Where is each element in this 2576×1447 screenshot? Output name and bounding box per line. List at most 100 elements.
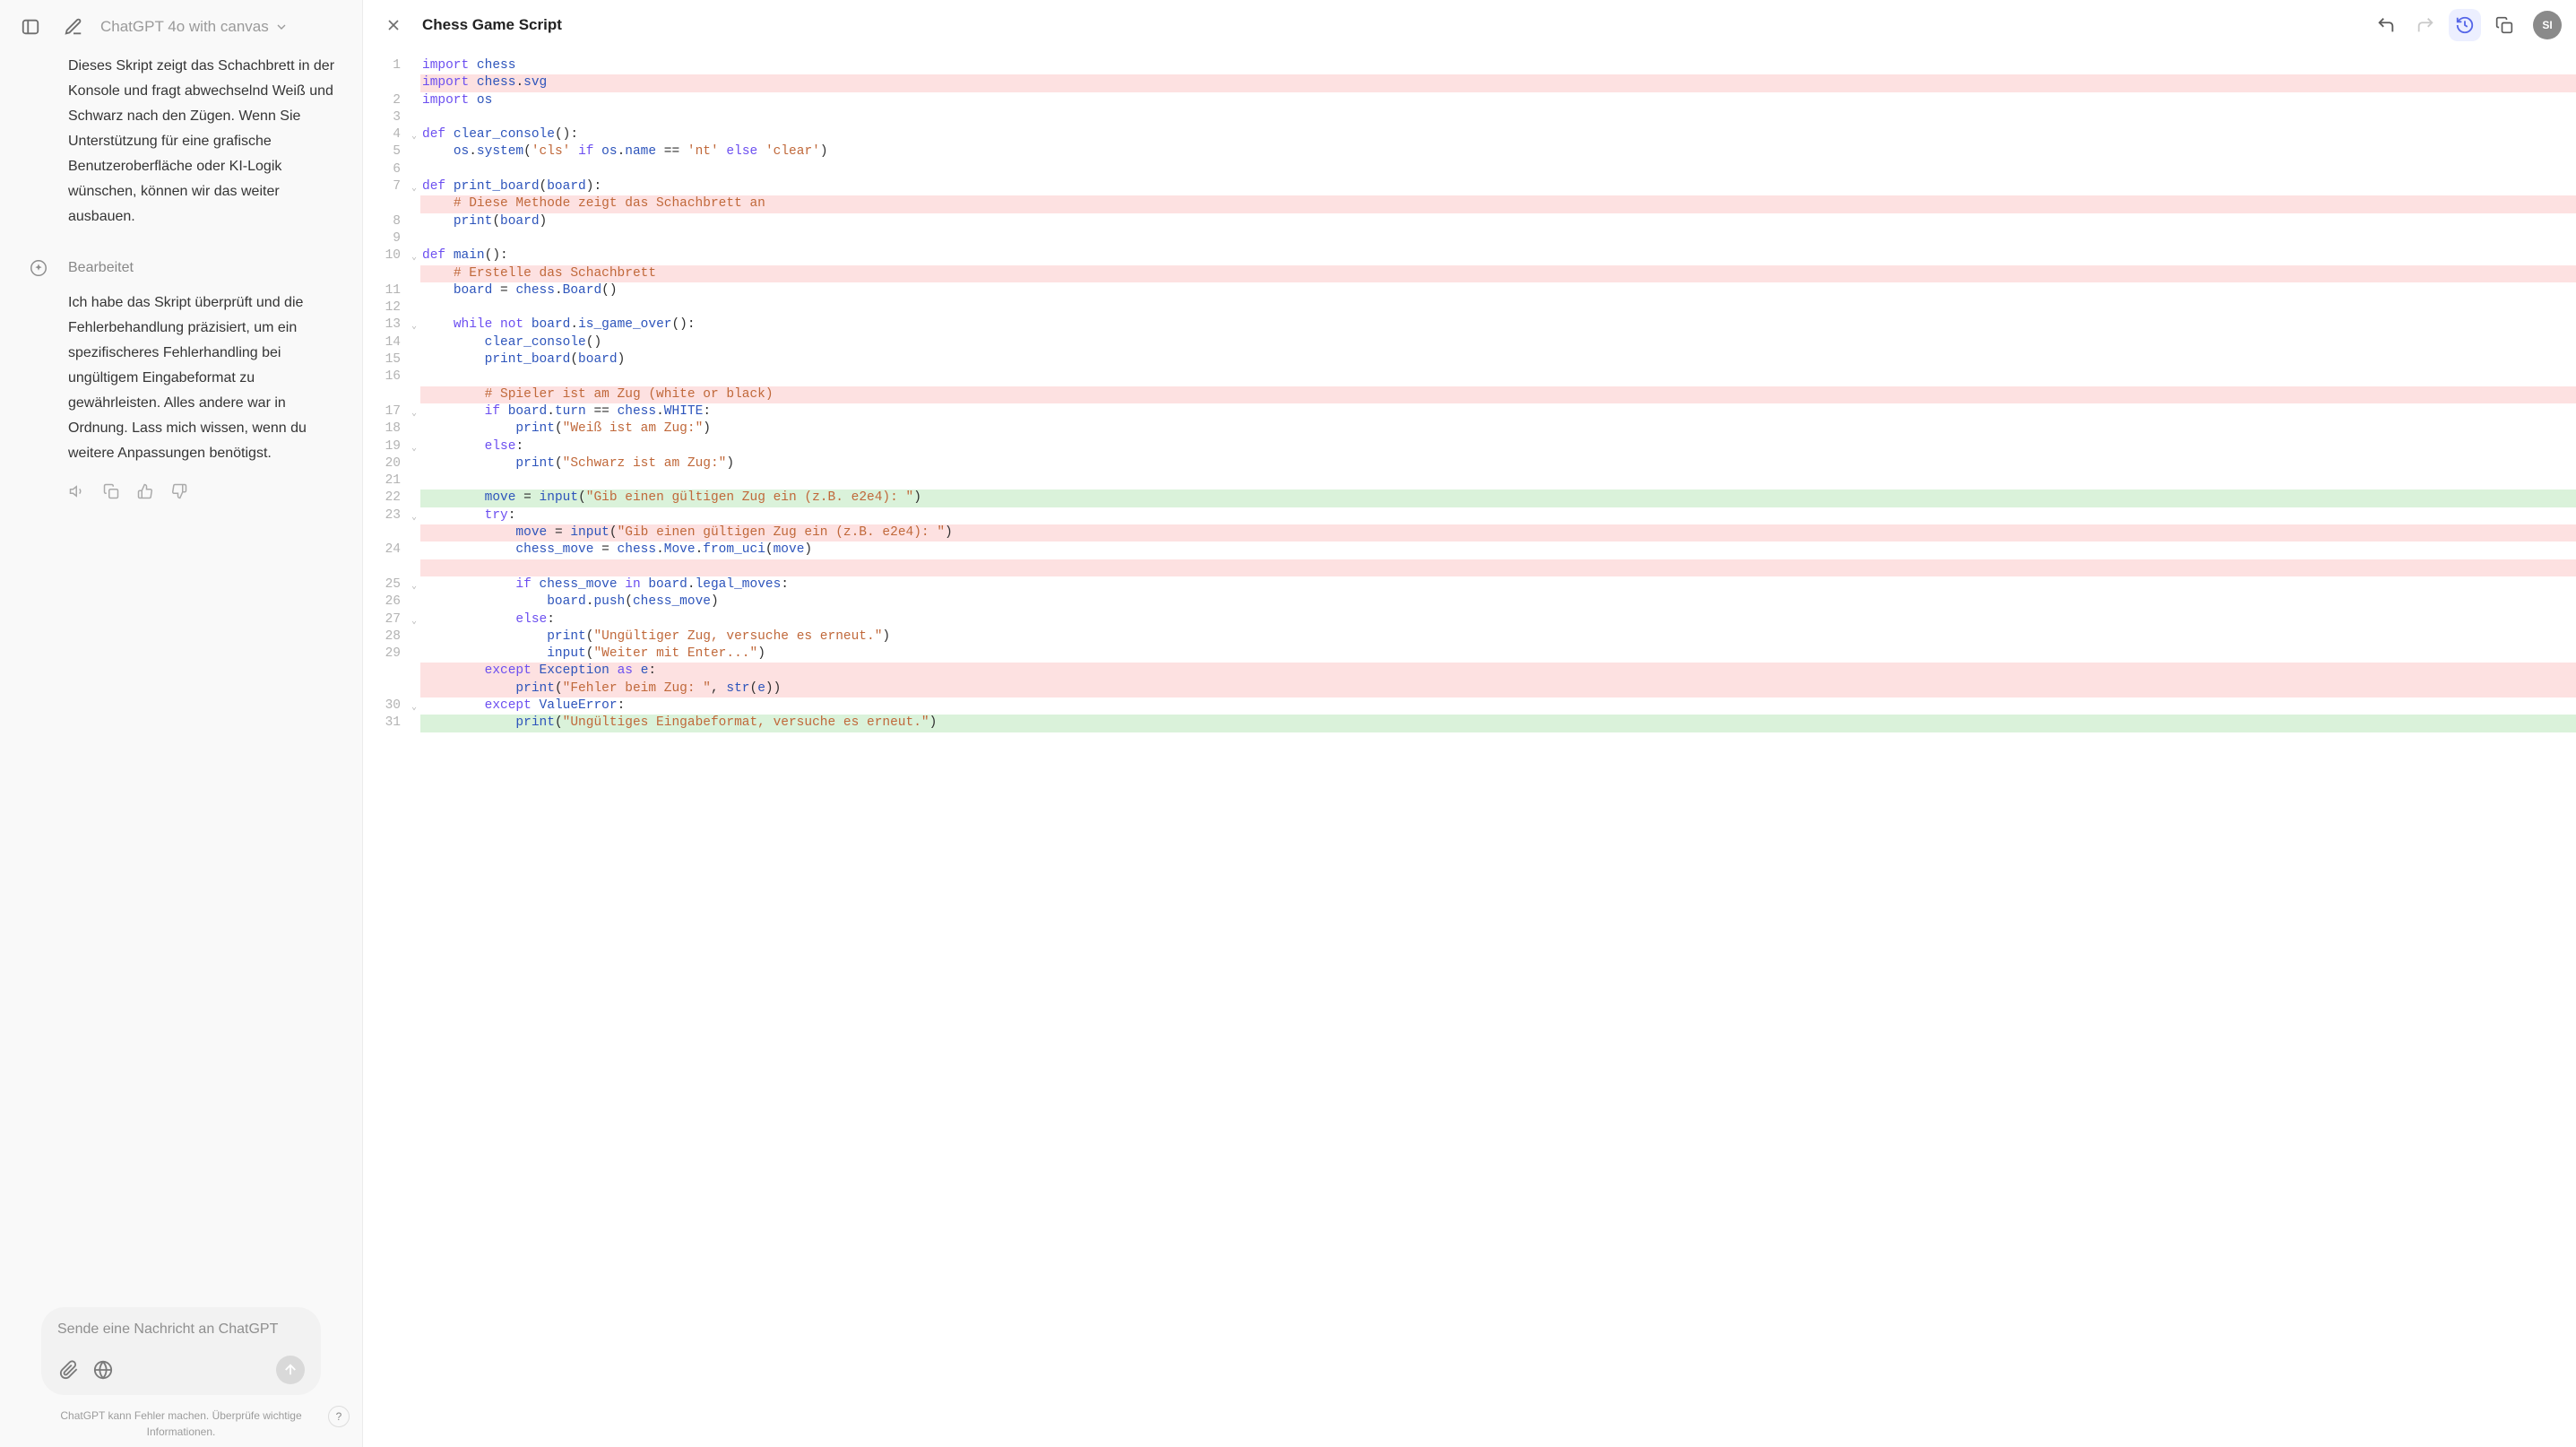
- line-number: 21: [363, 472, 420, 490]
- code-line[interactable]: import chess: [420, 57, 2576, 74]
- line-number: 19⌄: [363, 438, 420, 455]
- code-line[interactable]: def clear_console():: [420, 126, 2576, 143]
- line-number: [363, 559, 420, 576]
- copy-code-button[interactable]: [2488, 9, 2520, 41]
- code-line[interactable]: import os: [420, 92, 2576, 109]
- code-line[interactable]: clear_console(): [420, 334, 2576, 351]
- code-line[interactable]: print("Weiß ist am Zug:"): [420, 420, 2576, 438]
- copy-icon: [2495, 16, 2513, 34]
- code-line[interactable]: print("Schwarz ist am Zug:"): [420, 455, 2576, 472]
- line-number: 9: [363, 230, 420, 247]
- code-line[interactable]: # Spieler ist am Zug (white or black): [420, 386, 2576, 403]
- code-line[interactable]: os.system('cls' if os.name == 'nt' else …: [420, 143, 2576, 160]
- line-number: 5: [363, 143, 420, 160]
- new-chat-button[interactable]: [57, 11, 90, 43]
- canvas: Chess Game Script SI 1234⌄567⌄8910⌄11121…: [363, 0, 2576, 1447]
- line-number: 1: [363, 57, 420, 74]
- line-number: 3: [363, 109, 420, 126]
- disclaimer: ChatGPT kann Fehler machen. Überprüfe wi…: [0, 1404, 362, 1447]
- line-number: 4⌄: [363, 126, 420, 143]
- line-number: 31: [363, 715, 420, 732]
- code-line[interactable]: [420, 368, 2576, 386]
- paperclip-icon: [59, 1360, 79, 1380]
- code-line[interactable]: [420, 299, 2576, 316]
- code-line[interactable]: print("Ungültiges Eingabeformat, versuch…: [420, 715, 2576, 732]
- arrow-up-icon: [282, 1362, 298, 1378]
- code-line[interactable]: if chess_move in board.legal_moves:: [420, 576, 2576, 594]
- code-line[interactable]: if board.turn == chess.WHITE:: [420, 403, 2576, 420]
- chat-scroll[interactable]: Dieses Skript zeigt das Schachbrett in d…: [0, 54, 362, 1298]
- line-gutter: 1234⌄567⌄8910⌄111213⌄14151617⌄1819⌄20212…: [363, 57, 420, 1447]
- composer-input[interactable]: Sende eine Nachricht an ChatGPT: [57, 1321, 305, 1343]
- line-number: [363, 74, 420, 91]
- line-number: 11: [363, 282, 420, 299]
- code-line[interactable]: [420, 230, 2576, 247]
- code-line[interactable]: move = input("Gib einen gültigen Zug ein…: [420, 490, 2576, 507]
- code-line[interactable]: # Diese Methode zeigt das Schachbrett an: [420, 195, 2576, 212]
- sidebar: ChatGPT 4o with canvas Dieses Skript zei…: [0, 0, 363, 1447]
- send-button[interactable]: [276, 1356, 305, 1384]
- code-line[interactable]: print(board): [420, 213, 2576, 230]
- code-line[interactable]: while not board.is_game_over():: [420, 316, 2576, 334]
- line-number: 13⌄: [363, 316, 420, 334]
- redo-icon: [2416, 15, 2435, 35]
- code-line[interactable]: [420, 472, 2576, 490]
- line-number: 8: [363, 213, 420, 230]
- close-canvas-button[interactable]: [377, 9, 410, 41]
- code-line[interactable]: move = input("Gib einen gültigen Zug ein…: [420, 524, 2576, 542]
- attach-button[interactable]: [57, 1358, 81, 1382]
- code-line[interactable]: except ValueError:: [420, 698, 2576, 715]
- help-button[interactable]: ?: [328, 1406, 350, 1427]
- history-button[interactable]: [2449, 9, 2481, 41]
- code-line[interactable]: [420, 161, 2576, 178]
- redo-button[interactable]: [2409, 9, 2442, 41]
- code-line[interactable]: [420, 559, 2576, 576]
- line-number: [363, 524, 420, 542]
- close-icon: [385, 16, 402, 34]
- toggle-sidebar-button[interactable]: [14, 11, 47, 43]
- line-number: 7⌄: [363, 178, 420, 195]
- canvas-title: Chess Game Script: [422, 16, 562, 34]
- user-avatar[interactable]: SI: [2533, 11, 2562, 39]
- code-line[interactable]: print_board(board): [420, 351, 2576, 368]
- thumbs-up-button[interactable]: [136, 482, 154, 500]
- code-line[interactable]: else:: [420, 438, 2576, 455]
- thumbs-up-icon: [137, 483, 153, 499]
- undo-button[interactable]: [2370, 9, 2402, 41]
- globe-icon: [93, 1360, 113, 1380]
- model-selector[interactable]: ChatGPT 4o with canvas: [100, 18, 289, 36]
- code-line[interactable]: # Erstelle das Schachbrett: [420, 265, 2576, 282]
- line-number: 24: [363, 542, 420, 559]
- line-number: 6: [363, 161, 420, 178]
- code-line[interactable]: def main():: [420, 247, 2576, 264]
- line-number: [363, 680, 420, 698]
- thumbs-down-button[interactable]: [170, 482, 188, 500]
- code-line[interactable]: board = chess.Board(): [420, 282, 2576, 299]
- code-line[interactable]: input("Weiter mit Enter..."): [420, 646, 2576, 663]
- line-number: [363, 663, 420, 680]
- code-line[interactable]: except Exception as e:: [420, 663, 2576, 680]
- model-label: ChatGPT 4o with canvas: [100, 18, 269, 36]
- code-line[interactable]: else:: [420, 611, 2576, 628]
- read-aloud-button[interactable]: [68, 482, 86, 500]
- speaker-icon: [69, 483, 85, 499]
- code-line[interactable]: import chess.svg: [420, 74, 2576, 91]
- line-number: 29: [363, 646, 420, 663]
- code-editor[interactable]: 1234⌄567⌄8910⌄111213⌄14151617⌄1819⌄20212…: [363, 50, 2576, 1447]
- web-button[interactable]: [91, 1358, 115, 1382]
- code-line[interactable]: try:: [420, 507, 2576, 524]
- code-line[interactable]: board.push(chess_move): [420, 594, 2576, 611]
- undo-icon: [2376, 15, 2396, 35]
- code-line[interactable]: def print_board(board):: [420, 178, 2576, 195]
- line-number: 26: [363, 594, 420, 611]
- code-body[interactable]: import chessimport chess.svgimport os def…: [420, 57, 2576, 1447]
- copy-button[interactable]: [102, 482, 120, 500]
- code-line[interactable]: print("Fehler beim Zug: ", str(e)): [420, 680, 2576, 698]
- code-line[interactable]: [420, 109, 2576, 126]
- composer[interactable]: Sende eine Nachricht an ChatGPT: [41, 1307, 321, 1395]
- code-line[interactable]: chess_move = chess.Move.from_uci(move): [420, 542, 2576, 559]
- code-line[interactable]: print("Ungültiger Zug, versuche es erneu…: [420, 628, 2576, 646]
- edited-block: Bearbeitet Ich habe das Skript überprüft…: [68, 255, 344, 500]
- line-number: [363, 195, 420, 212]
- history-icon: [2455, 15, 2475, 35]
